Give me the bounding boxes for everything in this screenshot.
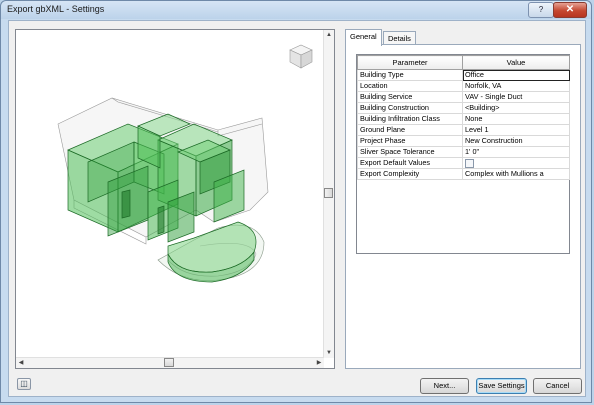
- camera-icon[interactable]: ◫: [17, 378, 31, 390]
- scroll-right-icon[interactable]: ▶: [315, 359, 323, 367]
- parameter-name: Building Service: [357, 91, 463, 103]
- scroll-up-icon[interactable]: ▲: [325, 31, 333, 39]
- value-column-header: Value: [462, 55, 570, 70]
- tab-details[interactable]: Details: [383, 31, 416, 45]
- table-row[interactable]: Location Norfolk, VA: [357, 80, 570, 92]
- building-3d-model: [57, 97, 269, 283]
- parameter-name: Export Default Values: [357, 157, 463, 169]
- building-service-value[interactable]: VAV - Single Duct: [462, 91, 570, 103]
- export-gbxml-settings-window: Export gbXML - Settings ? ✕ ▲ ▼ ◀ ▶ Gene…: [0, 0, 592, 403]
- table-row[interactable]: Building Type Office: [357, 69, 570, 81]
- tab-general[interactable]: General: [345, 29, 382, 46]
- table-row[interactable]: Sliver Space Tolerance 1' 0": [357, 146, 570, 158]
- header-row: Parameter Value: [357, 55, 570, 70]
- parameter-name: Ground Plane: [357, 124, 463, 136]
- parameter-name: Building Construction: [357, 102, 463, 114]
- table-row[interactable]: Building Infiltration Class None: [357, 113, 570, 125]
- vertical-scroll-thumb[interactable]: [324, 188, 333, 198]
- parameter-name: Sliver Space Tolerance: [357, 146, 463, 158]
- cancel-button[interactable]: Cancel: [533, 378, 582, 394]
- table-row[interactable]: Export Complexity Complex with Mullions a: [357, 168, 570, 180]
- model-preview-viewport[interactable]: ▲ ▼ ◀ ▶: [15, 29, 335, 369]
- parameter-name: Export Complexity: [357, 168, 463, 180]
- viewcube-icon[interactable]: [287, 41, 315, 71]
- preview-vertical-scrollbar[interactable]: ▲ ▼: [323, 30, 334, 358]
- next-button[interactable]: Next...: [420, 378, 469, 394]
- parameter-column-header: Parameter: [357, 55, 463, 70]
- help-icon[interactable]: ?: [528, 2, 554, 18]
- infiltration-class-value[interactable]: None: [462, 113, 570, 125]
- table-row[interactable]: Export Default Values: [357, 157, 570, 169]
- title-bar[interactable]: Export gbXML - Settings ? ✕: [1, 1, 591, 19]
- save-settings-button[interactable]: Save Settings: [476, 378, 527, 394]
- table-row[interactable]: Project Phase New Construction: [357, 135, 570, 147]
- close-icon[interactable]: ✕: [553, 2, 587, 18]
- scroll-down-icon[interactable]: ▼: [325, 349, 333, 357]
- table-row[interactable]: Building Service VAV - Single Duct: [357, 91, 570, 103]
- ground-plane-value[interactable]: Level 1: [462, 124, 570, 136]
- sliver-space-tolerance-value[interactable]: 1' 0": [462, 146, 570, 158]
- export-complexity-value[interactable]: Complex with Mullions a: [462, 168, 570, 180]
- parameter-name: Building Infiltration Class: [357, 113, 463, 125]
- building-construction-value[interactable]: <Building>: [462, 102, 570, 114]
- general-tab-panel: Parameter Value Building Type Office Loca…: [345, 44, 581, 369]
- parameter-name: Location: [357, 80, 463, 92]
- dialog-body: ▲ ▼ ◀ ▶ General Details Parameter Value …: [8, 20, 586, 397]
- building-type-field[interactable]: Office: [462, 69, 570, 81]
- location-value[interactable]: Norfolk, VA: [462, 80, 570, 92]
- window-title: Export gbXML - Settings: [7, 4, 105, 14]
- parameter-table: Parameter Value Building Type Office Loca…: [357, 55, 570, 180]
- table-row[interactable]: Ground Plane Level 1: [357, 124, 570, 136]
- export-default-values-cell[interactable]: [462, 157, 570, 169]
- preview-horizontal-scrollbar[interactable]: ◀ ▶: [16, 357, 324, 368]
- parameter-grid: Parameter Value Building Type Office Loca…: [356, 54, 570, 254]
- project-phase-value[interactable]: New Construction: [462, 135, 570, 147]
- parameter-name: Building Type: [357, 69, 463, 81]
- table-row[interactable]: Building Construction <Building>: [357, 102, 570, 114]
- scroll-left-icon[interactable]: ◀: [17, 359, 25, 367]
- horizontal-scroll-thumb[interactable]: [164, 358, 174, 367]
- parameter-name: Project Phase: [357, 135, 463, 147]
- export-default-values-checkbox[interactable]: [465, 158, 474, 168]
